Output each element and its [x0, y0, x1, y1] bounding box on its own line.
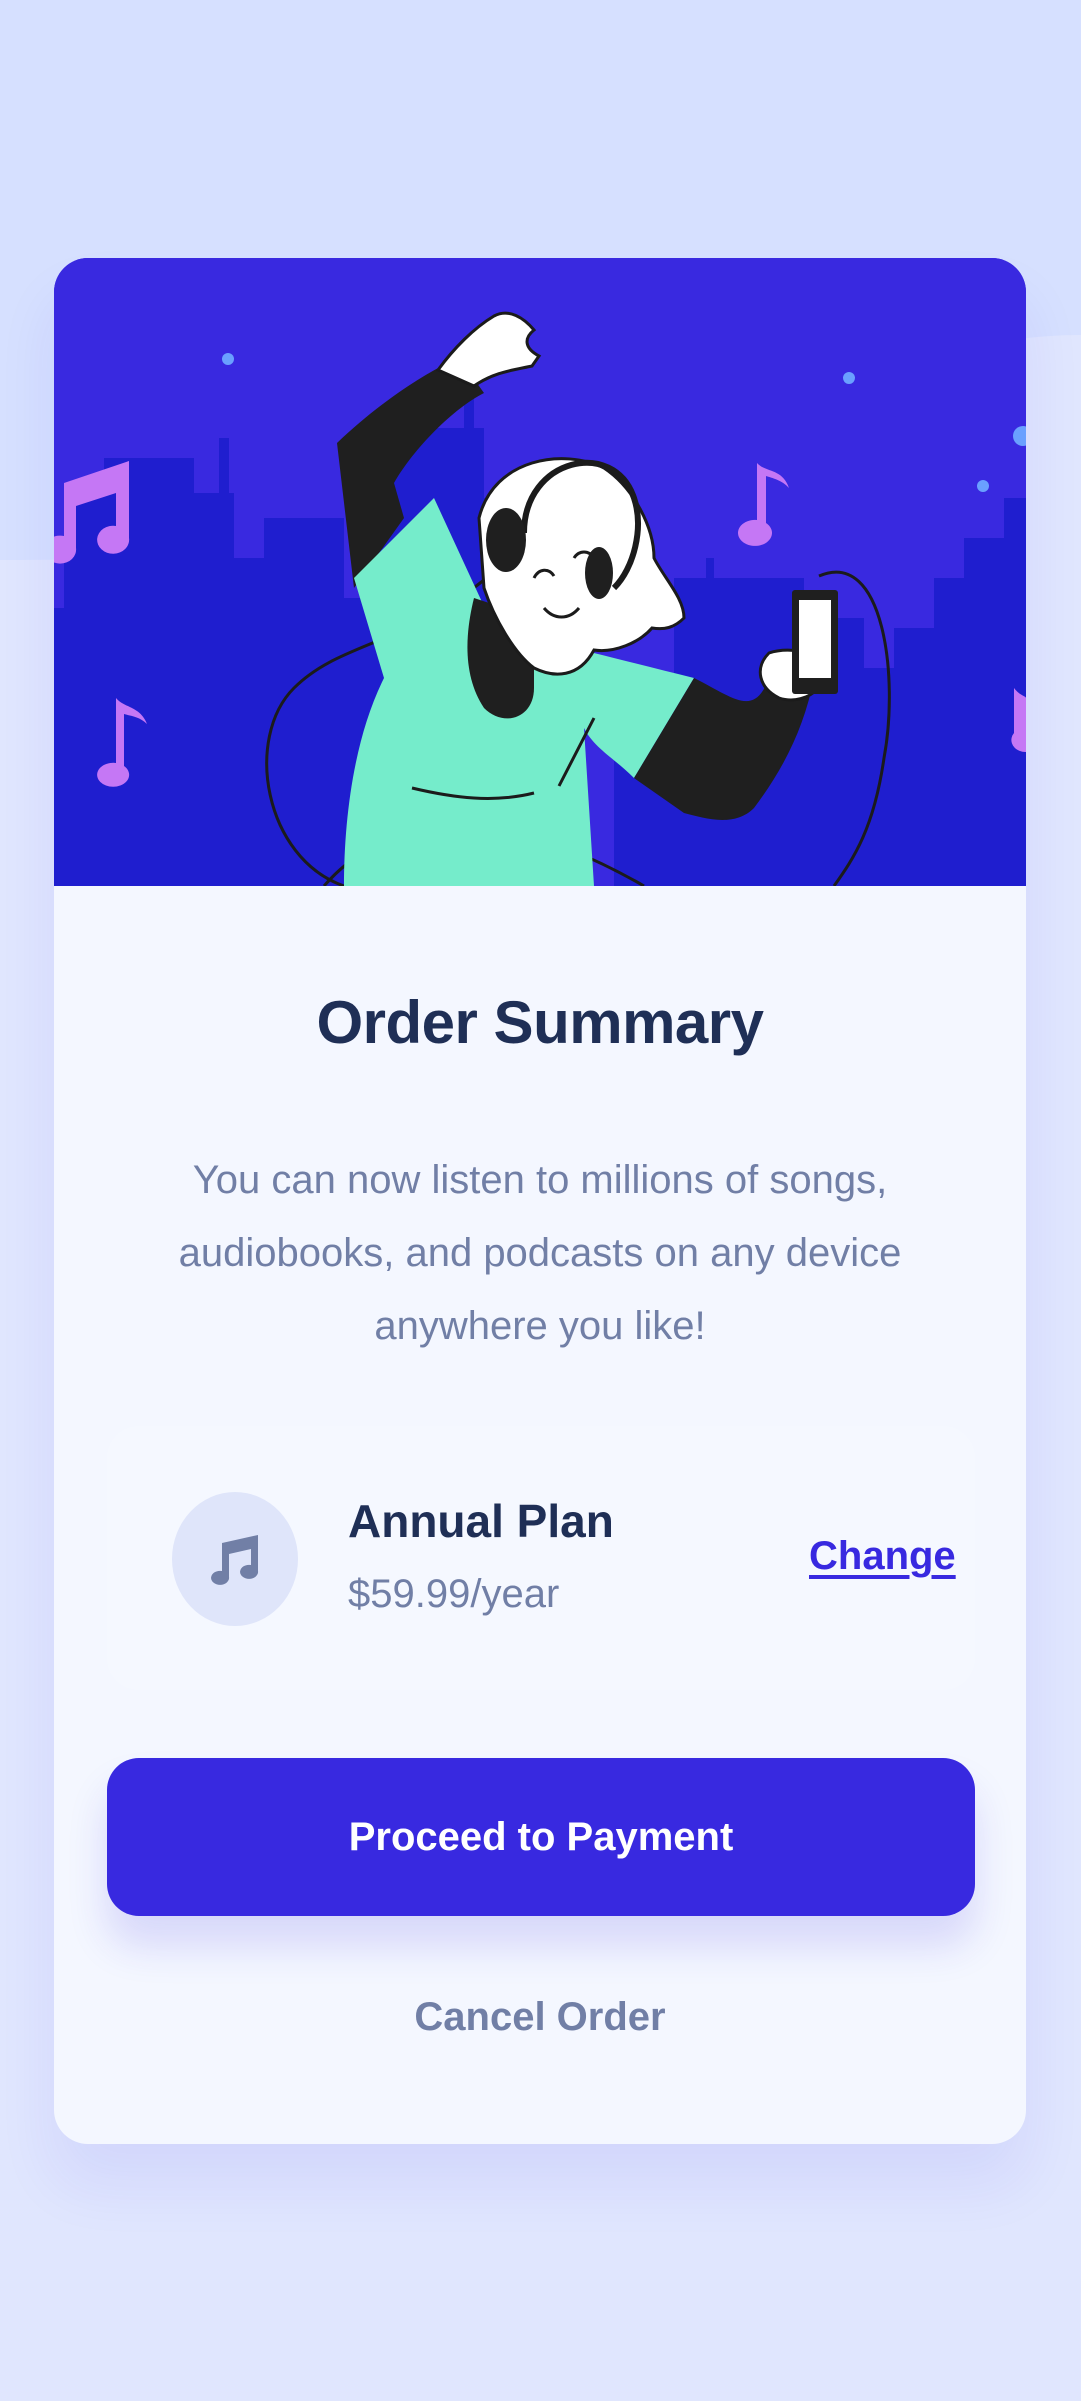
plan-icon-badge	[172, 1492, 298, 1626]
summary-description: You can now listen to millions of songs,…	[178, 1158, 902, 1348]
cancel-order-button[interactable]: Cancel Order	[340, 1982, 740, 2052]
order-summary-card: Order Summary You can now listen to mill…	[54, 258, 1026, 2144]
change-plan-link[interactable]: Change	[809, 1534, 956, 1579]
plan-price: $59.99/year	[348, 1572, 560, 1616]
hero-illustration	[54, 258, 1026, 886]
proceed-to-payment-button[interactable]: Proceed to Payment	[107, 1758, 975, 1916]
page-title: Order Summary	[316, 989, 764, 1056]
music-note-icon	[211, 1535, 259, 1585]
plan-name: Annual Plan	[348, 1495, 614, 1547]
plan-panel: Annual Plan $59.99/year Change	[107, 1426, 975, 1690]
